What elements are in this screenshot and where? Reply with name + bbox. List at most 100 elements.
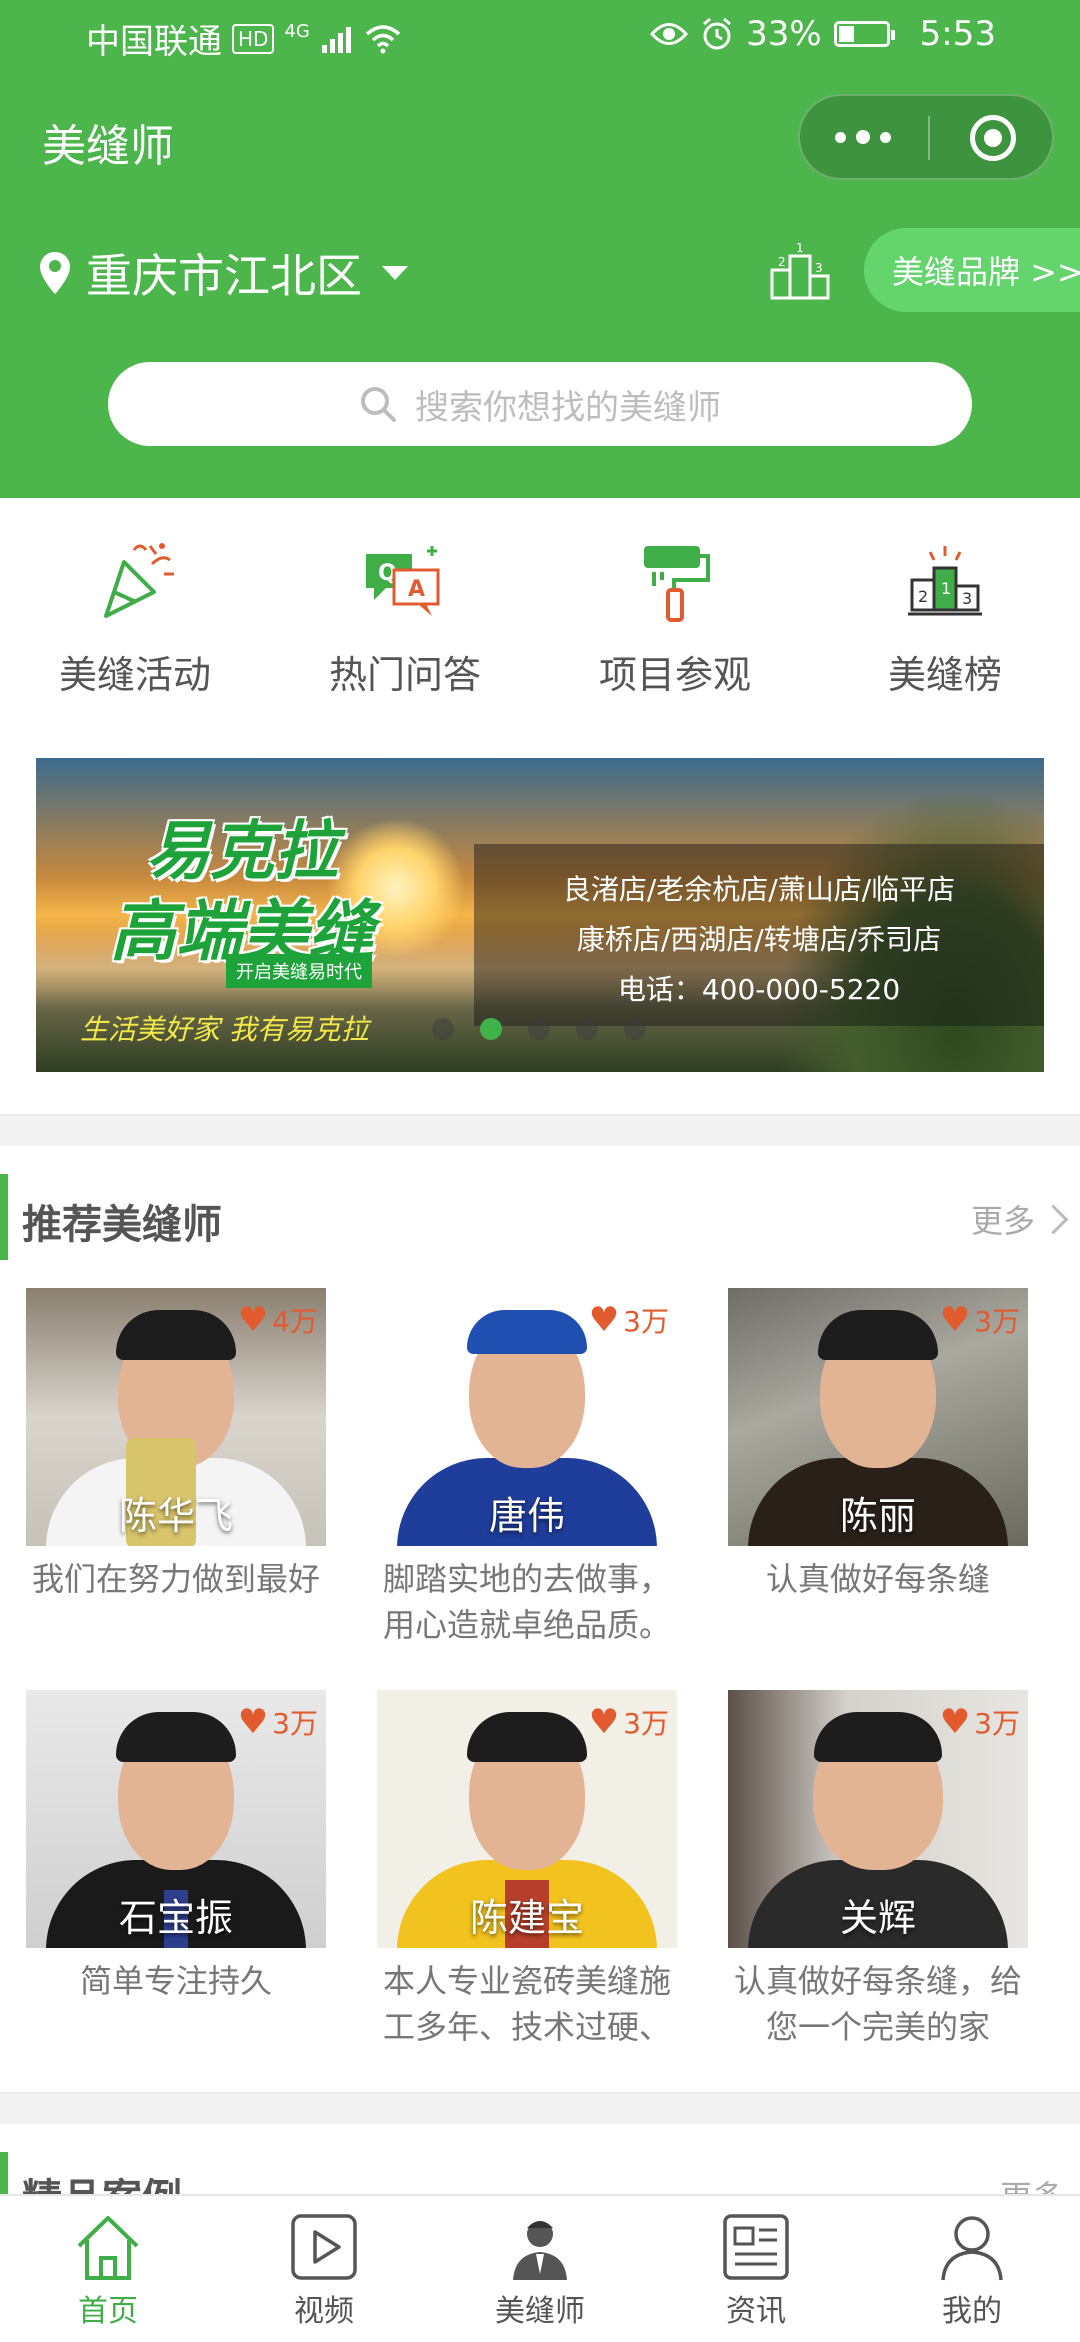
avatar-hair [116, 1310, 236, 1360]
status-left: 中国联通 HD 4G [86, 14, 402, 63]
carousel-dot[interactable] [432, 1018, 454, 1040]
ranking-button[interactable]: 2 1 3 [768, 240, 832, 306]
tab-news[interactable]: 资讯 [648, 2196, 864, 2342]
like-count[interactable]: ♥ 3万 [238, 1702, 318, 1742]
news-icon [723, 2214, 789, 2280]
search-placeholder: 搜索你想找的美缝师 [415, 387, 721, 428]
promo-banner[interactable]: 易克拉 高端美缝 开启美缝易时代 生活美好家 我有易克拉 良渚店/老余杭店/萧山… [36, 758, 1044, 1072]
recommended-more-link[interactable]: 更多 [970, 1196, 1069, 1242]
carousel-dot[interactable] [528, 1018, 550, 1040]
svg-text:1: 1 [796, 241, 804, 255]
heart-icon: ♥ [939, 1702, 971, 1742]
svg-text:1: 1 [941, 579, 951, 598]
avatar: ♥ 3万 陈丽 [728, 1288, 1028, 1546]
like-count[interactable]: ♥ 3万 [589, 1702, 669, 1742]
tab-label: 我的 [942, 2294, 1002, 2329]
dot-icon [856, 130, 870, 144]
dot-icon [880, 131, 891, 143]
quick-menu: 美缝活动 Q A 热门问答 项目参观 2 1 3 美缝榜 [0, 540, 1080, 710]
like-count[interactable]: ♥ 3万 [940, 1702, 1020, 1742]
like-count[interactable]: ♥ 4万 [238, 1300, 318, 1340]
tab-label: 资讯 [726, 2294, 786, 2329]
brand-button[interactable]: 美缝品牌 >> [864, 228, 1080, 312]
network-type: 4G [284, 21, 310, 42]
quick-item-label: 美缝活动 [58, 653, 211, 697]
podium-ranking-icon: 2 1 3 [908, 546, 982, 616]
artisan-name: 陈丽 [839, 1494, 916, 1538]
like-count[interactable]: ♥ 3万 [940, 1300, 1020, 1340]
avatar-hair [467, 1712, 587, 1762]
wifi-icon [365, 24, 401, 53]
party-popper-icon [104, 543, 174, 618]
banner-stores-line: 良渚店/老余杭店/萧山店/临平店 [562, 873, 956, 906]
bottom-tab-bar: 首页 视频 美缝师 资讯 我的 [0, 2194, 1080, 2342]
avatar-hair [116, 1712, 236, 1762]
carousel-dot[interactable] [624, 1018, 646, 1040]
svg-text:3: 3 [815, 261, 823, 275]
artisan-card[interactable]: ♥ 3万 唐伟 脚踏实地的去做事，用心造就卓绝品质。 [377, 1288, 677, 1640]
artisan-desc: 简单专注持久 [79, 1962, 272, 2000]
avatar: ♥ 3万 陈建宝 [377, 1690, 677, 1948]
current-city: 重庆市江北区 [86, 249, 362, 303]
tab-video[interactable]: 视频 [216, 2196, 432, 2342]
section-divider [0, 1114, 1080, 1146]
carrier-name: 中国联通 [86, 22, 222, 62]
location-selector[interactable]: 重庆市江北区 [38, 240, 408, 306]
banner-phone: 电话：400-000-5220 [617, 973, 901, 1006]
quick-item-label: 项目参观 [598, 653, 751, 697]
svg-text:2: 2 [918, 587, 928, 606]
quick-item-qa[interactable]: Q A 热门问答 [270, 540, 540, 699]
clock-time: 5:53 [919, 14, 996, 54]
heart-icon: ♥ [588, 1300, 620, 1340]
section-accent [0, 1174, 8, 1260]
more-label: 更多 [970, 1202, 1035, 1240]
battery-icon [833, 21, 895, 47]
artisan-card[interactable]: ♥ 3万 关辉 认真做好每条缝，给您一个完美的家 [728, 1690, 1028, 2042]
banner-store-info: 良渚店/老余杭店/萧山店/临平店 康桥店/西湖店/转塘店/乔司店 电话：400-… [474, 844, 1044, 1026]
home-icon [77, 2216, 139, 2280]
artisan-desc: 认真做好每条缝，给您一个完美的家 [733, 1962, 1022, 2042]
eye-icon [650, 23, 689, 45]
artisan-name: 陈华飞 [118, 1494, 233, 1538]
avatar-hair [814, 1712, 942, 1762]
artisan-card[interactable]: ♥ 4万 陈华飞 我们在努力做到最好 [26, 1288, 326, 1602]
tab-artisans[interactable]: 美缝师 [432, 2196, 648, 2342]
alarm-icon [703, 17, 732, 50]
artisan-desc: 我们在努力做到最好 [31, 1560, 320, 1598]
more-menu-button[interactable] [800, 96, 926, 178]
hd-badge: HD [232, 23, 275, 54]
like-value: 3万 [623, 1707, 669, 1740]
artisan-card[interactable]: ♥ 3万 石宝振 简单专注持久 [26, 1690, 326, 2004]
carousel-dot[interactable] [480, 1018, 502, 1040]
status-bar: 中国联通 HD 4G 33% 5:53 [0, 0, 1080, 75]
chevron-right-icon [1038, 1204, 1069, 1234]
page-title: 美缝师 [42, 121, 174, 172]
artisan-desc: 脚踏实地的去做事，用心造就卓绝品质。 [382, 1560, 671, 1640]
heart-icon: ♥ [237, 1300, 269, 1340]
artisan-card[interactable]: ♥ 3万 陈丽 认真做好每条缝 [728, 1288, 1028, 1602]
svg-text:A: A [408, 577, 425, 602]
worker-icon [513, 2221, 567, 2280]
user-icon [941, 2216, 1003, 2281]
quick-item-activities[interactable]: 美缝活动 [0, 540, 270, 699]
status-right: 33% 5:53 [650, 14, 996, 54]
tab-label: 视频 [294, 2294, 354, 2329]
close-mini-program-button[interactable] [970, 115, 1016, 161]
artisan-name: 陈建宝 [469, 1896, 584, 1940]
search-icon [361, 387, 396, 422]
carousel-indicators [432, 1018, 646, 1040]
quick-item-projects[interactable]: 项目参观 [540, 540, 810, 699]
heart-icon: ♥ [588, 1702, 620, 1742]
tab-home[interactable]: 首页 [0, 2196, 216, 2342]
artisan-card[interactable]: ♥ 3万 陈建宝 本人专业瓷砖美缝施工多年、技术过硬、 [377, 1690, 677, 2042]
like-value: 3万 [623, 1305, 669, 1338]
quick-item-ranking[interactable]: 2 1 3 美缝榜 [810, 540, 1080, 699]
mini-program-capsule [798, 94, 1054, 180]
heart-icon: ♥ [237, 1702, 269, 1742]
tab-mine[interactable]: 我的 [864, 2196, 1080, 2342]
like-count[interactable]: ♥ 3万 [589, 1300, 669, 1340]
artisan-name: 关辉 [839, 1896, 916, 1940]
search-input[interactable]: 搜索你想找的美缝师 [108, 362, 972, 446]
svg-text:3: 3 [962, 589, 972, 608]
carousel-dot[interactable] [576, 1018, 598, 1040]
